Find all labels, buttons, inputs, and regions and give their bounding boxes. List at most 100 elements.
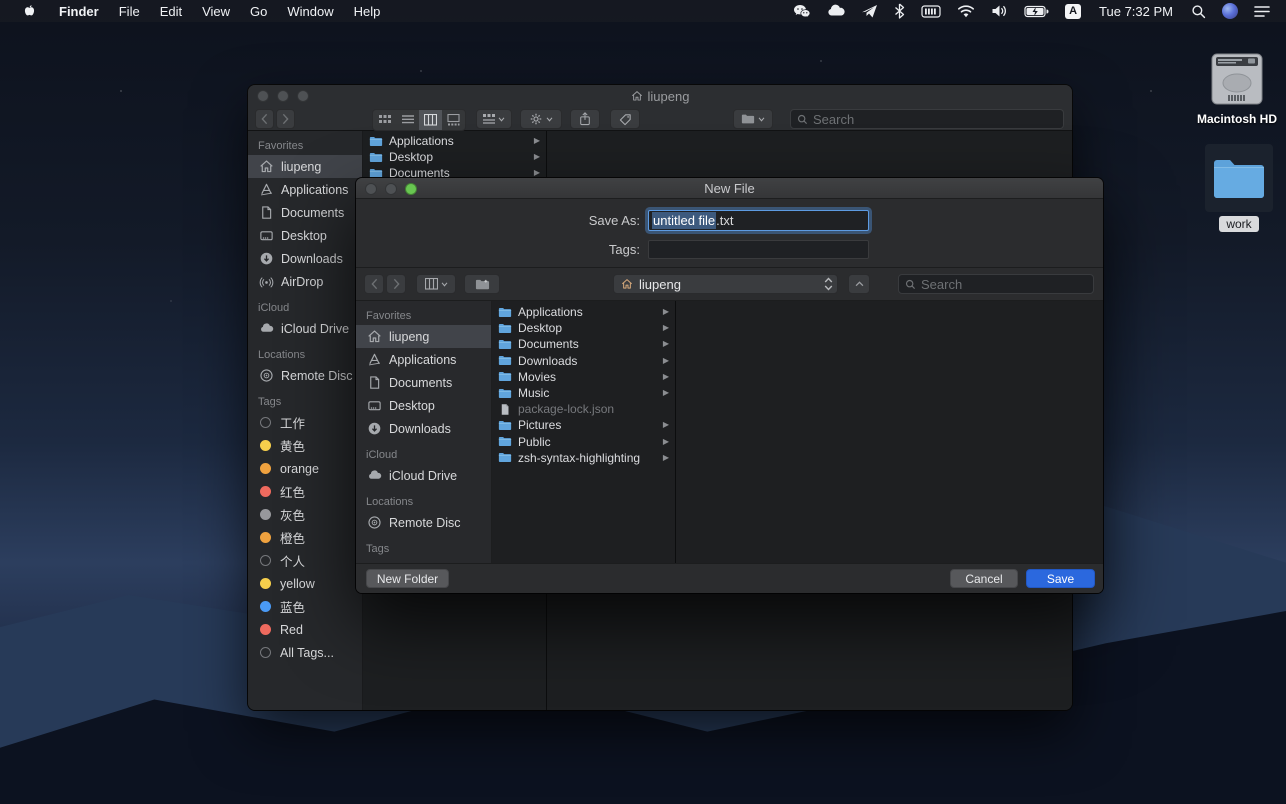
sidebar-item-documents[interactable]: Documents <box>248 201 362 224</box>
sidebar-item-icloud-drive[interactable]: iCloud Drive <box>248 317 362 340</box>
sidebar-item-desktop[interactable]: Desktop <box>248 224 362 247</box>
desktop-icon-label: work <box>1219 216 1258 232</box>
desktop-icon-work[interactable]: work <box>1194 144 1284 232</box>
desktop-icon-macintosh-hd[interactable]: Macintosh HD <box>1192 50 1282 126</box>
cloud-icon[interactable] <box>819 4 853 18</box>
finder-column-1: Applications▶Desktop▶Documents▶ <box>363 133 546 181</box>
forward-button[interactable] <box>276 109 295 129</box>
siri-icon[interactable] <box>1214 3 1246 19</box>
menu-help[interactable]: Help <box>344 4 391 19</box>
file-row-documents[interactable]: Documents▶ <box>492 336 675 352</box>
menu-edit[interactable]: Edit <box>150 4 192 19</box>
sidebar-item-label: Downloads <box>389 422 451 436</box>
paper-plane-icon[interactable] <box>853 4 886 19</box>
search-input[interactable] <box>813 112 1057 127</box>
bluetooth-icon[interactable] <box>886 3 913 19</box>
sidebar-item-applications[interactable]: Applications <box>248 178 362 201</box>
tag-button[interactable] <box>610 109 640 129</box>
file-row-movies[interactable]: Movies▶ <box>492 369 675 385</box>
dialog-file-list: Applications▶Desktop▶Documents▶Downloads… <box>492 301 676 563</box>
column-view-button[interactable] <box>416 274 456 294</box>
sidebar-item-label: All Tags... <box>280 646 334 660</box>
file-row-pictures[interactable]: Pictures▶ <box>492 417 675 433</box>
sidebar-section-icloud: iCloud <box>248 293 362 317</box>
sidebar-item-desktop[interactable]: Desktop <box>356 394 491 417</box>
sidebar-item-downloads[interactable]: Downloads <box>356 417 491 440</box>
file-row-music[interactable]: Music▶ <box>492 385 675 401</box>
file-row-applications[interactable]: Applications▶ <box>363 133 546 149</box>
menu-window[interactable]: Window <box>277 4 343 19</box>
dialog-search-field[interactable] <box>898 274 1094 294</box>
sidebar-item-remote-disc[interactable]: Remote Disc <box>248 364 362 387</box>
sidebar-item-tag[interactable]: 工作 <box>248 411 362 434</box>
sidebar-item-downloads[interactable]: Downloads <box>248 247 362 270</box>
group-by-button[interactable] <box>476 109 512 129</box>
save-button[interactable]: Save <box>1026 569 1095 588</box>
sidebar-item-documents[interactable]: Documents <box>356 371 491 394</box>
tag-color-icon <box>260 463 271 474</box>
notification-center-icon[interactable] <box>1246 5 1278 18</box>
battery-charging-icon[interactable] <box>1016 5 1057 18</box>
icon-view-button[interactable] <box>373 110 396 130</box>
gallery-view-button[interactable] <box>442 110 465 130</box>
battery-meter-icon[interactable] <box>913 5 949 18</box>
column-view-button[interactable] <box>419 110 442 130</box>
cancel-button[interactable]: Cancel <box>950 569 1018 588</box>
file-row-desktop[interactable]: Desktop▶ <box>363 149 546 165</box>
sidebar-item-airdrop[interactable]: AirDrop <box>248 270 362 293</box>
window-title: liupeng <box>248 88 1072 104</box>
file-row-applications[interactable]: Applications▶ <box>492 304 675 320</box>
sidebar-item-tag[interactable]: 个人 <box>248 549 362 572</box>
search-icon[interactable] <box>1183 4 1214 19</box>
search-input[interactable] <box>921 277 1087 292</box>
sidebar-item-liupeng[interactable]: liupeng <box>356 325 491 348</box>
file-row-public[interactable]: Public▶ <box>492 434 675 450</box>
wifi-icon[interactable] <box>949 5 983 18</box>
new-folder-button[interactable]: New Folder <box>366 569 449 588</box>
save-as-input[interactable]: untitled file.txt <box>648 210 869 231</box>
sidebar-item-tag[interactable]: 灰色 <box>248 503 362 526</box>
tags-input[interactable] <box>648 240 869 259</box>
sidebar-item-applications[interactable]: Applications <box>356 348 491 371</box>
sidebar-item-tag[interactable]: 红色 <box>248 480 362 503</box>
finder-search-field[interactable] <box>790 109 1064 129</box>
volume-icon[interactable] <box>983 4 1016 18</box>
input-source-icon[interactable]: A <box>1065 4 1081 19</box>
share-button[interactable] <box>570 109 600 129</box>
sidebar-item-all-tags[interactable]: All Tags... <box>248 641 362 664</box>
menu-bar-clock[interactable]: Tue 7:32 PM <box>1089 4 1183 19</box>
forward-button[interactable] <box>386 274 406 294</box>
action-gear-button[interactable] <box>520 109 562 129</box>
menu-app-finder[interactable]: Finder <box>49 4 109 19</box>
sidebar-item-label: Applications <box>389 353 456 367</box>
sidebar-item-tag[interactable]: 蓝色 <box>248 595 362 618</box>
file-row-desktop[interactable]: Desktop▶ <box>492 320 675 336</box>
menu-go[interactable]: Go <box>240 4 277 19</box>
wechat-icon[interactable] <box>785 3 819 19</box>
sidebar-item-tag[interactable]: 橙色 <box>248 526 362 549</box>
file-row-downloads[interactable]: Downloads▶ <box>492 353 675 369</box>
finder-titlebar[interactable]: liupeng <box>248 85 1072 131</box>
dialog-titlebar[interactable]: New File <box>356 178 1103 199</box>
sidebar-item-remote-disc[interactable]: Remote Disc <box>356 511 491 534</box>
file-row-zsh-syntax-highlighting[interactable]: zsh-syntax-highlighting▶ <box>492 450 675 466</box>
back-button[interactable] <box>364 274 384 294</box>
sidebar-item-orange[interactable]: orange <box>248 457 362 480</box>
menu-view[interactable]: View <box>192 4 240 19</box>
location-popup[interactable]: liupeng <box>613 274 838 294</box>
menu-file[interactable]: File <box>109 4 150 19</box>
new-folder-icon-button[interactable] <box>464 274 500 294</box>
folder-icon <box>498 306 512 319</box>
sidebar-item-label: 黄色 <box>280 436 305 455</box>
collapse-button[interactable] <box>848 274 870 294</box>
sidebar-item-red[interactable]: Red <box>248 618 362 641</box>
sidebar-item-icloud-drive[interactable]: iCloud Drive <box>356 464 491 487</box>
downloads-icon <box>366 421 382 437</box>
sidebar-item-yellow[interactable]: yellow <box>248 572 362 595</box>
back-button[interactable] <box>255 109 274 129</box>
apple-menu-icon[interactable] <box>10 3 49 19</box>
folder-dropdown-button[interactable] <box>733 109 773 129</box>
list-view-button[interactable] <box>396 110 419 130</box>
sidebar-item-tag[interactable]: 黄色 <box>248 434 362 457</box>
sidebar-item-liupeng[interactable]: liupeng <box>248 155 362 178</box>
